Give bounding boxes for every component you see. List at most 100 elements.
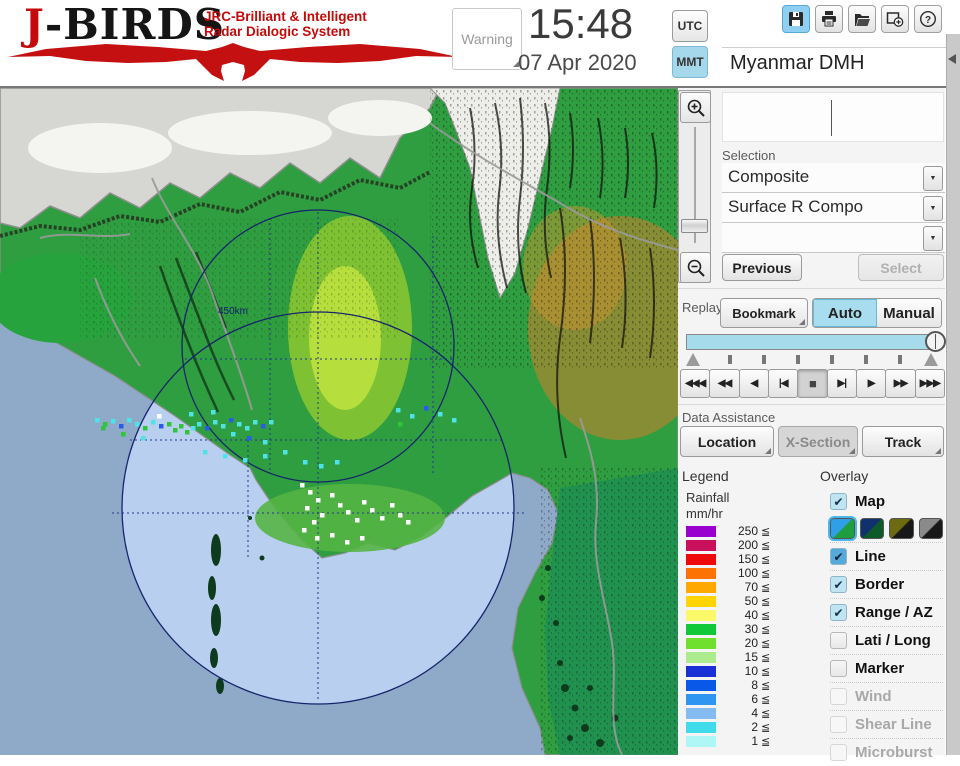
- auto-button[interactable]: Auto: [813, 299, 877, 327]
- print-icon: [822, 11, 836, 27]
- playback-stop[interactable]: ■: [797, 369, 828, 398]
- x-section-button[interactable]: X-Section: [778, 426, 858, 457]
- less-equal-glyph: ≦: [761, 539, 771, 552]
- mmt-button[interactable]: MMT: [672, 46, 708, 78]
- overlay-item-line[interactable]: ✔ Line: [830, 542, 943, 570]
- header: J-BIRDS JRC-Brilliant & Intelligent Rada…: [0, 0, 960, 88]
- print-button[interactable]: [815, 5, 843, 33]
- less-equal-glyph: ≦: [761, 721, 771, 734]
- checkbox[interactable]: ✔: [830, 576, 847, 593]
- legend-swatch: [686, 623, 716, 635]
- utc-button[interactable]: UTC: [672, 10, 708, 42]
- playback-step-back[interactable]: |◀: [767, 369, 799, 398]
- replay-slider[interactable]: [686, 331, 946, 352]
- checkbox[interactable]: [830, 632, 847, 649]
- select-button[interactable]: Select: [858, 254, 944, 281]
- map-zoom-control: [678, 90, 711, 283]
- svg-text:?: ?: [925, 15, 931, 26]
- checkbox[interactable]: [830, 744, 847, 761]
- legend-swatch: [686, 707, 716, 719]
- overlay-item-microburst[interactable]: Microburst: [830, 738, 943, 766]
- map-style-swatch[interactable]: [918, 518, 943, 539]
- legend-value: 30: [744, 622, 758, 636]
- playback-play-reverse[interactable]: ◀: [738, 369, 769, 398]
- legend-item: 2 ≦: [686, 720, 806, 734]
- overlay-item-lati-long[interactable]: Lati / Long: [830, 626, 943, 654]
- checkbox[interactable]: [830, 660, 847, 677]
- slider-tick: [762, 355, 766, 364]
- dropdown-empty[interactable]: ▼: [722, 223, 945, 253]
- overlay-item-wind[interactable]: Wind: [830, 682, 943, 710]
- legend-value: 200: [737, 538, 758, 552]
- header-separator: [722, 47, 946, 48]
- less-equal-glyph: ≦: [761, 525, 771, 538]
- overlay-item-label: Shear Line: [855, 716, 932, 733]
- save-button[interactable]: [782, 5, 810, 33]
- legend-value: 250: [737, 524, 758, 538]
- radar-map[interactable]: 450km: [0, 87, 712, 756]
- slider-tick: [796, 355, 800, 364]
- open-folder-button[interactable]: [848, 5, 876, 33]
- playback-rewind[interactable]: ◀◀: [709, 369, 740, 398]
- map-style-swatch[interactable]: [859, 518, 884, 539]
- playback-fastest-forward[interactable]: ▶▶▶: [914, 369, 945, 398]
- zoom-in-icon: [687, 99, 705, 117]
- overlay-item-label: Line: [855, 548, 886, 565]
- overlay-label: Overlay: [820, 468, 869, 484]
- track-button[interactable]: Track: [862, 426, 944, 457]
- overlay-item-label: Marker: [855, 660, 905, 677]
- overlay-item-border[interactable]: ✔ Border: [830, 570, 943, 598]
- chevron-down-icon[interactable]: ▼: [923, 166, 943, 191]
- less-equal-glyph: ≦: [761, 707, 771, 720]
- previous-button[interactable]: Previous: [722, 254, 802, 281]
- legend-swatch: [686, 651, 716, 663]
- overlay-item-shear-line[interactable]: Shear Line: [830, 710, 943, 738]
- slider-tick: [728, 355, 732, 364]
- overlay-item-range-az[interactable]: ✔ Range / AZ: [830, 598, 943, 626]
- overlay-item-map[interactable]: ✔ Map: [830, 488, 943, 515]
- playback-step-forward[interactable]: ▶|: [826, 369, 857, 398]
- manual-button[interactable]: Manual: [877, 299, 941, 327]
- overlay-item-marker[interactable]: Marker: [830, 654, 943, 682]
- checkbox[interactable]: [830, 688, 847, 705]
- eagle-logo-icon: [8, 43, 458, 81]
- map-style-swatch[interactable]: [828, 516, 857, 541]
- chevron-down-icon[interactable]: ▼: [923, 226, 943, 251]
- less-equal-glyph: ≦: [761, 567, 771, 580]
- replay-mode-switch: Auto Manual: [812, 298, 942, 328]
- add-image-button[interactable]: [881, 5, 909, 33]
- range-ring-label: 450km: [218, 306, 248, 317]
- collapse-arrow-icon[interactable]: [948, 54, 956, 64]
- location-button[interactable]: Location: [680, 426, 774, 457]
- legend-scale: 250 ≦ 200 ≦ 150 ≦ 100 ≦ 70 ≦ 50 ≦ 40 ≦ 30 ≦ 20 ≦ 15 ≦ 10 ≦ 8 ≦ 6…: [686, 524, 806, 748]
- logo-subtitle-line2: Radar Dialogic System: [204, 24, 351, 39]
- legend-value: 6: [751, 692, 758, 706]
- checkbox[interactable]: [830, 716, 847, 733]
- warning-button[interactable]: Warning: [452, 8, 522, 70]
- panel-collapse-strip[interactable]: [946, 34, 960, 755]
- checkbox[interactable]: ✔: [830, 604, 847, 621]
- legend-item: 40 ≦: [686, 608, 806, 622]
- playback-fast-rewind[interactable]: ◀◀◀: [680, 369, 711, 398]
- zoom-in-button[interactable]: [680, 92, 711, 123]
- bookmark-button[interactable]: Bookmark: [720, 298, 808, 328]
- map-style-swatch[interactable]: [889, 518, 914, 539]
- playback-fast-forward[interactable]: ▶▶: [885, 369, 916, 398]
- dropdown-product[interactable]: Surface R Compo ▼: [722, 193, 945, 223]
- control-panel: Selection Composite ▼ Surface R Compo ▼ …: [678, 88, 946, 761]
- playback-play[interactable]: ▶: [855, 369, 887, 398]
- less-equal-glyph: ≦: [761, 665, 771, 678]
- legend-value: 40: [744, 608, 758, 622]
- chevron-down-icon[interactable]: ▼: [923, 196, 943, 221]
- checkbox[interactable]: ✔: [830, 548, 847, 565]
- replay-slider-thumb[interactable]: [925, 331, 946, 352]
- station-name: Myanmar DMH: [730, 52, 865, 74]
- logo-subtitle: JRC-Brilliant & Intelligent Radar Dialog…: [204, 9, 367, 39]
- checkbox[interactable]: ✔: [830, 493, 847, 510]
- help-button[interactable]: ?: [914, 5, 942, 33]
- station-input[interactable]: [722, 92, 944, 142]
- zoom-slider-thumb[interactable]: [681, 219, 708, 233]
- zoom-out-button[interactable]: [680, 252, 711, 283]
- legend-value: 1: [751, 734, 758, 748]
- dropdown-composite[interactable]: Composite ▼: [722, 163, 945, 193]
